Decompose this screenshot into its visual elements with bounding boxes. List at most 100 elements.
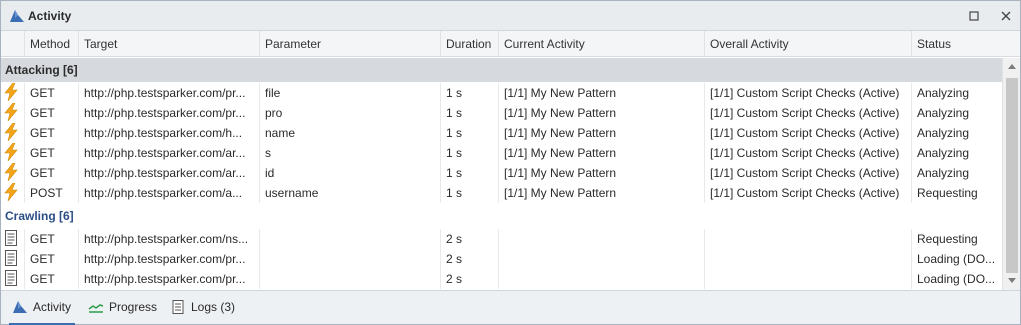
cell-status: Analyzing [911,83,1002,103]
cell-parameter: name [259,123,440,143]
table-row[interactable]: GET http://php.testsparker.com/pr... file 1… [1,83,1002,103]
cell-target: http://php.testsparker.com/a... [78,183,259,203]
cell-status: Loading (DO... [911,269,1002,289]
header-parameter[interactable]: Parameter [259,31,440,57]
close-icon[interactable] [999,9,1013,23]
shark-icon [13,301,27,313]
cell-duration: 2 s [440,249,498,269]
table-row[interactable]: GET http://php.testsparker.com/ns... 2 s Re… [1,229,1002,249]
header-overall-activity[interactable]: Overall Activity [704,31,911,57]
vertical-scrollbar[interactable] [1002,58,1020,290]
cell-parameter: pro [259,103,440,123]
lightning-icon [1,143,24,163]
cell-method: POST [24,183,78,203]
title-bar: Activity [1,1,1020,31]
cell-parameter: username [259,183,440,203]
cell-overall-activity [704,249,911,269]
lightning-icon [1,163,24,183]
cell-status: Analyzing [911,163,1002,183]
cell-overall-activity: [1/1] Custom Script Checks (Active) [704,123,911,143]
cell-current-activity [498,229,704,249]
activity-window: Activity Method Target Parameter Duratio… [0,0,1021,325]
tab-progress[interactable]: Progress [85,291,157,325]
cell-current-activity [498,269,704,289]
cell-status: Analyzing [911,143,1002,163]
lightning-icon [1,83,24,103]
cell-method: GET [24,163,78,183]
cell-current-activity: [1/1] My New Pattern [498,183,704,203]
header-duration[interactable]: Duration [440,31,498,57]
cell-target: http://php.testsparker.com/pr... [78,103,259,123]
cell-target: http://php.testsparker.com/pr... [78,269,259,289]
table-row[interactable]: GET http://php.testsparker.com/pr... 2 s Lo… [1,269,1002,289]
lightning-icon [1,103,24,123]
lightning-icon [1,183,24,203]
cell-parameter: s [259,143,440,163]
header-current-activity[interactable]: Current Activity [498,31,704,57]
cell-current-activity: [1/1] My New Pattern [498,143,704,163]
cell-method: GET [24,83,78,103]
cell-duration: 2 s [440,269,498,289]
table-row[interactable]: GET http://php.testsparker.com/pr... pro 1 … [1,103,1002,123]
cell-overall-activity: [1/1] Custom Script Checks (Active) [704,103,911,123]
tab-progress-label: Progress [109,300,158,314]
cell-overall-activity: [1/1] Custom Script Checks (Active) [704,183,911,203]
cell-duration: 1 s [440,163,498,183]
cell-target: http://php.testsparker.com/pr... [78,83,259,103]
cell-target: http://php.testsparker.com/h... [78,123,259,143]
group-crawling[interactable]: Crawling [6] [1,204,1002,228]
cell-method: GET [24,103,78,123]
cell-overall-activity [704,269,911,289]
document-icon [1,229,24,249]
grid-header: Method Target Parameter Duration Current… [1,31,1020,57]
table-row[interactable]: GET http://php.testsparker.com/ar... id 1 s… [1,163,1002,183]
tab-activity-label: Activity [33,300,72,314]
tab-activity[interactable]: Activity [9,291,75,325]
document-icon [1,249,24,269]
table-row[interactable]: GET http://php.testsparker.com/h... name 1 … [1,123,1002,143]
cell-method: GET [24,249,78,269]
group-attacking[interactable]: Attacking [6] [1,58,1002,82]
cell-duration: 2 s [440,229,498,249]
header-target[interactable]: Target [78,31,259,57]
cell-parameter: id [259,163,440,183]
maximize-icon[interactable] [967,9,981,23]
document-icon [1,269,24,289]
bottom-tab-bar: Activity Progress Logs (3) [1,290,1020,325]
cell-overall-activity: [1/1] Custom Script Checks (Active) [704,83,911,103]
table-row[interactable]: GET http://php.testsparker.com/pr... 2 s Lo… [1,249,1002,269]
cell-method: GET [24,123,78,143]
cell-status: Analyzing [911,103,1002,123]
cell-parameter [259,269,440,289]
tab-logs[interactable]: Logs (3) [167,291,239,325]
cell-duration: 1 s [440,103,498,123]
shark-icon [10,10,24,22]
cell-current-activity: [1/1] My New Pattern [498,103,704,123]
cell-current-activity [498,249,704,269]
scroll-thumb[interactable] [1006,78,1018,273]
scroll-up-icon[interactable] [1008,64,1016,69]
cell-parameter: file [259,83,440,103]
cell-status: Loading (DO... [911,249,1002,269]
cell-method: GET [24,269,78,289]
cell-parameter [259,249,440,269]
header-icon-column[interactable] [1,31,24,57]
header-status[interactable]: Status [911,31,1002,57]
cell-parameter [259,229,440,249]
cell-status: Analyzing [911,123,1002,143]
cell-target: http://php.testsparker.com/ar... [78,143,259,163]
cell-current-activity: [1/1] My New Pattern [498,123,704,143]
table-row[interactable]: GET http://php.testsparker.com/ar... s 1 s[… [1,143,1002,163]
cell-target: http://php.testsparker.com/ar... [78,163,259,183]
cell-status: Requesting [911,183,1002,203]
tab-logs-label: Logs (3) [191,300,236,314]
activity-grid: Method Target Parameter Duration Current… [1,31,1020,290]
cell-current-activity: [1/1] My New Pattern [498,163,704,183]
table-row[interactable]: POST http://php.testsparker.com/a... usern… [1,183,1002,203]
cell-method: GET [24,143,78,163]
lightning-icon [1,123,24,143]
header-method[interactable]: Method [24,31,78,57]
cell-overall-activity: [1/1] Custom Script Checks (Active) [704,163,911,183]
scroll-down-icon[interactable] [1008,278,1016,283]
logs-icon [172,300,184,314]
